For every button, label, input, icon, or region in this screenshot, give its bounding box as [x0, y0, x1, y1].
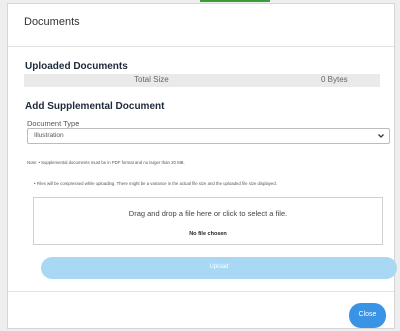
compression-note: • Files will be compressed while uploadi… — [34, 181, 277, 186]
footer-divider — [8, 291, 394, 292]
modal-header: Documents — [8, 4, 394, 47]
add-supplemental-heading: Add Supplemental Document — [25, 101, 165, 112]
file-dropzone[interactable]: Drag and drop a file here or click to se… — [33, 197, 383, 245]
document-type-label: Document Type — [27, 119, 80, 128]
total-size-row: Total Size 0 Bytes — [24, 74, 380, 87]
top-accent-bar — [200, 0, 270, 2]
total-size-label: Total Size — [134, 75, 169, 84]
upload-button-label: Upload — [209, 264, 229, 270]
upload-button[interactable]: Upload — [41, 257, 397, 279]
close-button[interactable]: Close — [349, 303, 386, 328]
chevron-down-icon — [378, 134, 384, 138]
uploaded-documents-heading: Uploaded Documents — [25, 61, 128, 72]
documents-modal: Documents Uploaded Documents Total Size … — [7, 3, 397, 329]
pdf-format-note: Note: • Supplemental documents must be i… — [27, 160, 185, 165]
dropzone-instructions: Drag and drop a file here or click to se… — [128, 209, 288, 218]
total-size-value: 0 Bytes — [321, 75, 348, 84]
close-button-label: Close — [358, 311, 377, 318]
document-type-select[interactable]: Illustration — [27, 128, 390, 144]
document-type-selected-value: Illustration — [34, 132, 64, 139]
file-status: No file chosen — [189, 231, 227, 237]
modal-title: Documents — [24, 16, 80, 28]
